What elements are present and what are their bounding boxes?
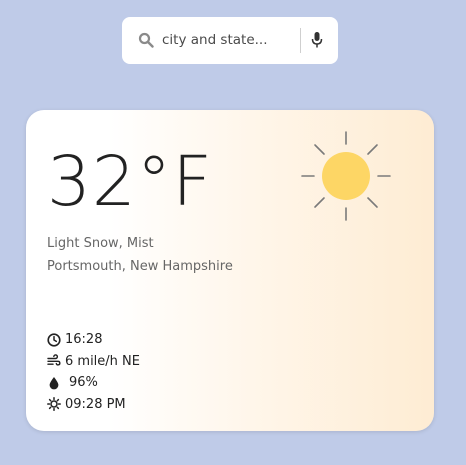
- wind-row: 6 mile/h NE: [47, 351, 140, 373]
- search-bar: [122, 17, 338, 64]
- sunset-value: 09:28 PM: [65, 396, 126, 412]
- sunset-icon: [47, 397, 61, 412]
- sun-icon: [301, 131, 391, 221]
- weather-condition: Light Snow, Mist: [47, 236, 154, 251]
- temperature: 32°F: [47, 142, 213, 222]
- weather-stats: 16:28 6 mile/h NE 96% 09:28 PM: [47, 329, 140, 415]
- wind-icon: [47, 354, 61, 366]
- humidity-value: 96%: [69, 375, 98, 391]
- search-input[interactable]: [162, 29, 302, 51]
- search-divider: [300, 28, 301, 53]
- humidity-row: 96%: [47, 372, 140, 394]
- wind-value: 6 mile/h NE: [65, 353, 140, 369]
- weather-card: 32°F Light Snow, Mist Portsmouth, New Ha…: [26, 110, 434, 431]
- water-drop-icon: [49, 376, 59, 390]
- time-row: 16:28: [47, 329, 140, 351]
- microphone-icon[interactable]: [311, 31, 323, 49]
- clock-icon: [47, 333, 61, 347]
- search-icon[interactable]: [138, 32, 154, 48]
- sunset-row: 09:28 PM: [47, 394, 140, 416]
- time-value: 16:28: [65, 332, 103, 348]
- location-name: Portsmouth, New Hampshire: [47, 259, 233, 274]
